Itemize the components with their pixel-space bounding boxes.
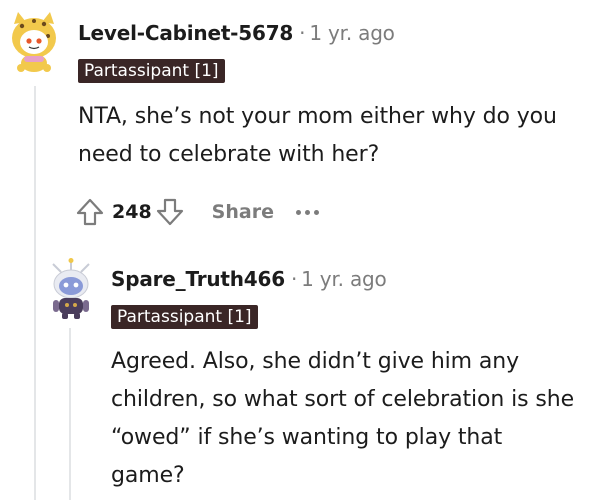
comment-meta: Level-Cabinet-5678 · 1 yr. ago <box>78 21 395 45</box>
comment-meta: Spare_Truth466 · 1 yr. ago <box>111 267 387 291</box>
meta-separator: · <box>290 267 298 291</box>
user-flair-badge: Partassipant [1] <box>78 59 225 83</box>
downvote-arrow-icon[interactable] <box>150 192 190 232</box>
snoo-avatar-robot-icon[interactable] <box>43 258 99 320</box>
comment-action-bar: 248 Share <box>70 192 319 232</box>
meta-separator: · <box>299 21 306 45</box>
vote-score: 248 <box>112 201 152 223</box>
user-flair-badge: Partassipant [1] <box>111 305 258 329</box>
reply-thread-line[interactable] <box>69 328 71 500</box>
snoo-avatar-cat-costume-icon[interactable] <box>4 10 64 74</box>
timestamp[interactable]: 1 yr. ago <box>301 267 387 291</box>
comment-body: Agreed. Also, she didn’t give him any ch… <box>111 349 575 488</box>
share-button[interactable]: Share <box>212 201 274 223</box>
upvote-arrow-icon[interactable] <box>70 192 110 232</box>
thread-line[interactable] <box>34 86 36 500</box>
more-options-icon[interactable] <box>295 192 319 232</box>
username-link[interactable]: Spare_Truth466 <box>111 267 285 291</box>
comment-thread: Level-Cabinet-5678 · 1 yr. ago Partassipan… <box>0 0 589 500</box>
username-link[interactable]: Level-Cabinet-5678 <box>78 21 293 45</box>
comment-body: NTA, she’s not your mom either why do yo… <box>78 104 557 167</box>
timestamp[interactable]: 1 yr. ago <box>309 21 395 45</box>
